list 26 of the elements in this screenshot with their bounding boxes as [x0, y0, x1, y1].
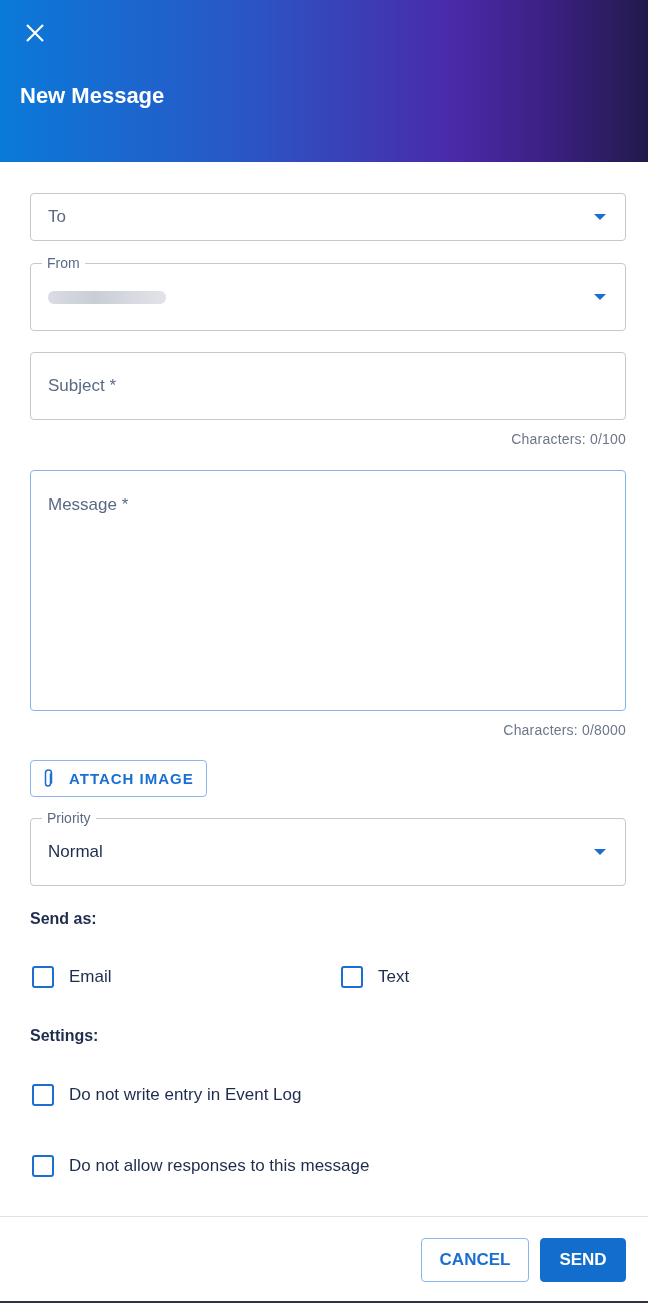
attach-image-button[interactable]: ATTACH IMAGE — [30, 760, 207, 797]
checkbox[interactable] — [32, 1084, 54, 1106]
checkbox-label: Text — [378, 967, 410, 987]
message-textarea[interactable]: Message * — [30, 470, 626, 711]
cancel-button[interactable]: CANCEL — [421, 1238, 529, 1282]
character-counter: Characters: 0/100 — [511, 430, 626, 448]
close-icon[interactable] — [26, 24, 44, 42]
select-field[interactable]: To — [30, 193, 626, 241]
checkbox[interactable] — [32, 1155, 54, 1177]
checkbox-label: Email — [69, 967, 112, 987]
checkbox-label: Do not write entry in Event Log — [69, 1085, 302, 1105]
text-input[interactable]: Subject * — [30, 352, 626, 420]
dialog-title: New Message — [20, 82, 165, 110]
checkbox-label: Do not allow responses to this message — [69, 1156, 370, 1176]
select-field[interactable]: Priority Normal — [30, 810, 626, 886]
select-field[interactable]: From — [30, 255, 626, 331]
section-heading: Send as: — [30, 910, 97, 928]
dropdown-caret-icon — [594, 849, 606, 855]
checkbox[interactable] — [341, 966, 363, 988]
paperclip-icon — [43, 768, 53, 789]
section-heading: Settings: — [30, 1027, 99, 1045]
checkbox[interactable] — [32, 966, 54, 988]
dropdown-caret-icon — [594, 294, 606, 300]
send-button[interactable]: SEND — [540, 1238, 626, 1282]
dropdown-caret-icon — [594, 214, 606, 220]
character-counter: Characters: 0/8000 — [503, 721, 626, 739]
